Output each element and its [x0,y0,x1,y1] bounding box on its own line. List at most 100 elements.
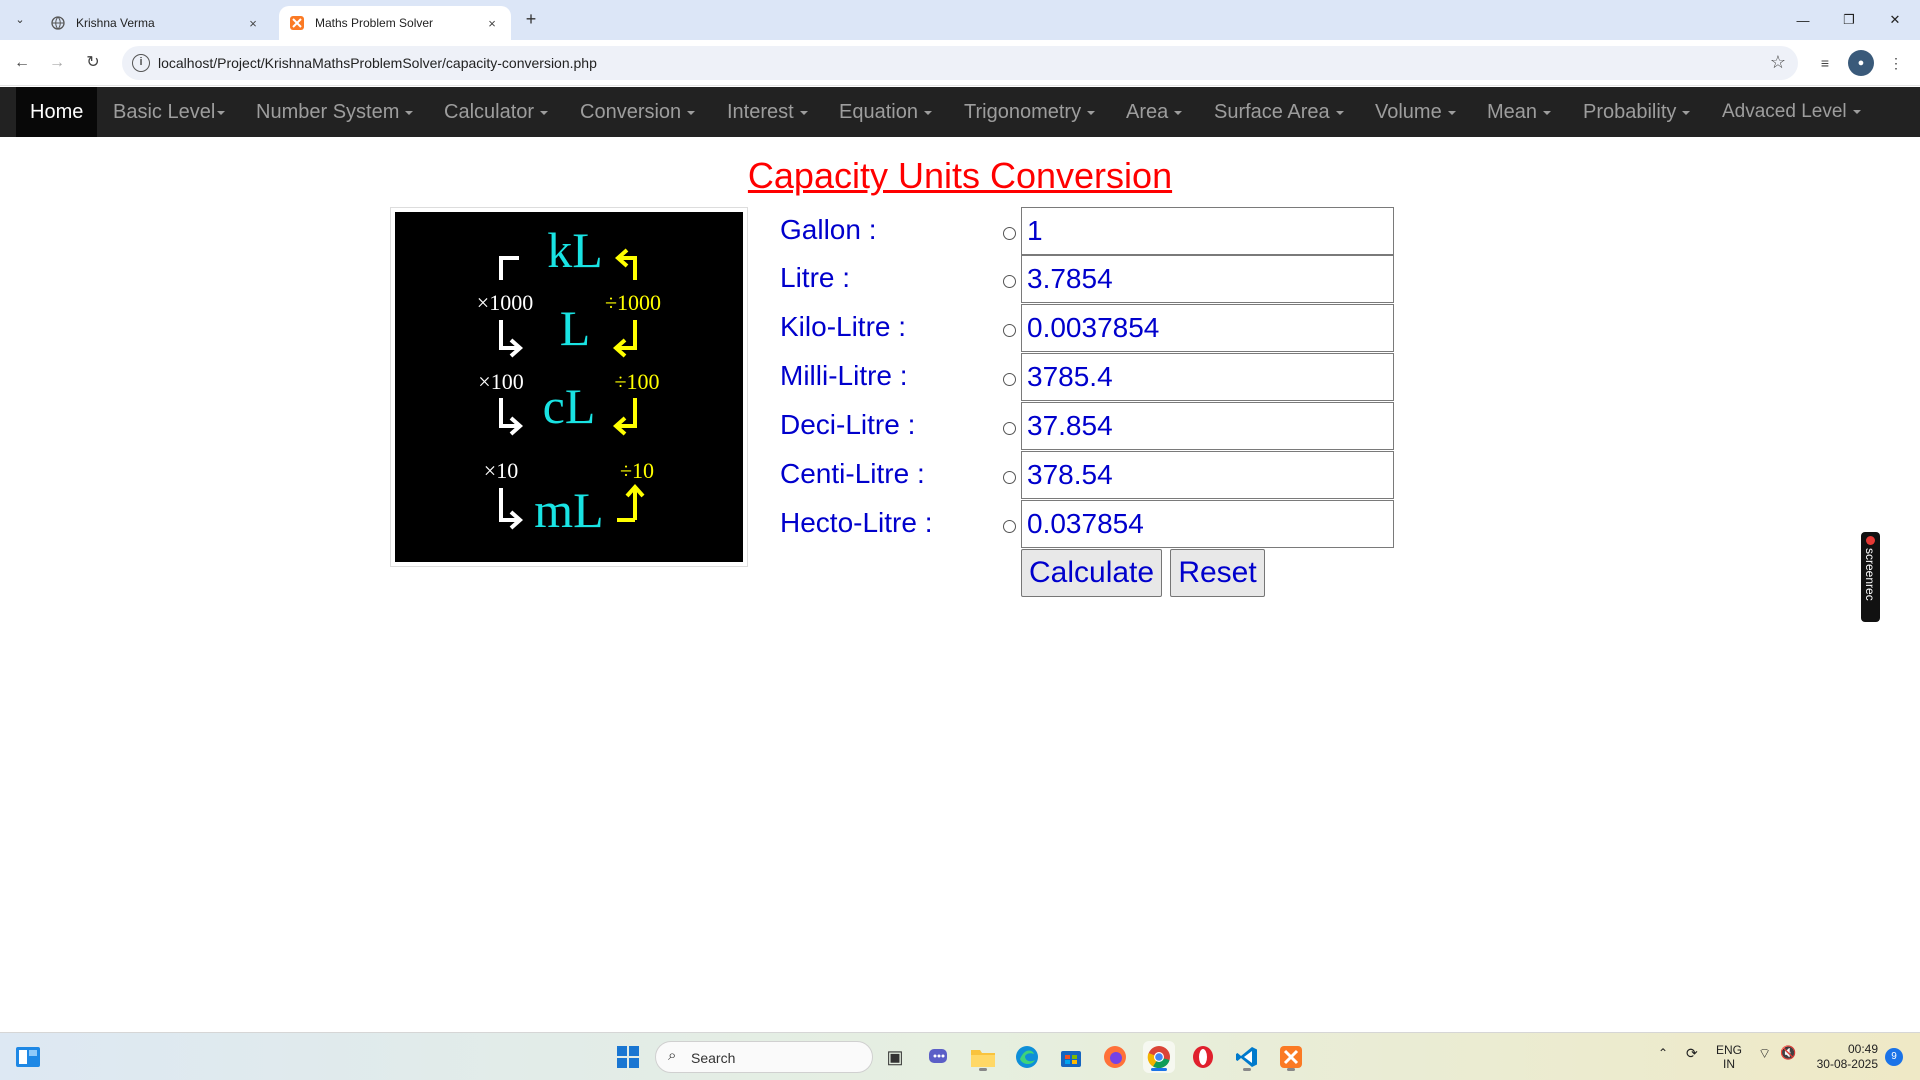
close-tab-icon[interactable]: × [244,16,262,31]
nav-basic-level[interactable]: Basic Level [113,87,226,137]
reading-list-icon[interactable]: ≡ [1812,50,1838,76]
nav-volume[interactable]: Volume [1375,87,1456,137]
label-milli-litre: Milli-Litre : [780,360,908,391]
unit-ml: mL [534,482,603,538]
minimize-icon[interactable]: — [1780,0,1826,40]
system-clock[interactable]: 00:49 30-08-2025 [1806,1042,1878,1072]
file-explorer-icon[interactable] [967,1041,999,1073]
caret-down-icon [799,110,808,115]
browser-tab-krishna-verma[interactable]: Krishna Verma × [40,6,272,40]
nav-area[interactable]: Area [1126,87,1183,137]
nav-home[interactable]: Home [16,87,98,137]
show-hidden-icons-chevron-icon[interactable]: ⌃ [1658,1046,1668,1060]
profile-avatar[interactable]: ● [1848,50,1874,76]
label-deci-litre: Deci-Litre : [780,409,916,440]
caret-down-icon [217,110,226,115]
microsoft-store-icon[interactable] [1055,1041,1087,1073]
edge-icon[interactable] [1011,1041,1043,1073]
capacity-diagram: kL L cL mL ×1000 ×100 ×10 ÷1000 ÷100 ÷10 [390,207,748,567]
multiplier-10: ×10 [484,458,518,483]
restore-icon[interactable]: ❐ [1826,0,1872,40]
nav-number-system[interactable]: Number System [256,87,414,137]
caret-down-icon [405,110,414,115]
address-url[interactable]: localhost/Project/KrishnaMathsProblemSol… [158,55,597,71]
input-gallon[interactable] [1021,207,1394,255]
caret-down-icon [540,110,549,115]
input-hecto-litre[interactable] [1021,500,1394,548]
tab-search-chevron-icon[interactable]: ⌄ [8,8,32,32]
input-milli-litre[interactable] [1021,353,1394,401]
sync-icon[interactable]: ⟳ [1686,1046,1698,1060]
bookmark-star-icon[interactable]: ☆ [1770,52,1786,73]
calculate-button[interactable]: Calculate [1021,549,1162,597]
widgets-icon[interactable] [12,1041,44,1073]
radio-kilo-litre[interactable] [1003,324,1016,337]
nav-surface-area[interactable]: Surface Area [1214,87,1344,137]
radio-milli-litre[interactable] [1003,373,1016,386]
back-arrow-icon[interactable]: ← [10,51,34,75]
forward-arrow-icon[interactable]: → [45,51,69,75]
windows-start-icon[interactable] [612,1041,644,1073]
radio-litre[interactable] [1003,275,1016,288]
xampp-taskbar-icon[interactable] [1275,1041,1307,1073]
reset-button[interactable]: Reset [1170,549,1265,597]
caret-down-icon [1447,110,1456,115]
caret-down-icon [1543,110,1552,115]
radio-centi-litre[interactable] [1003,471,1016,484]
search-placeholder: Search [691,1050,736,1066]
nav-interest[interactable]: Interest [727,87,808,137]
radio-gallon[interactable] [1003,227,1016,240]
label-gallon: Gallon : [780,214,877,245]
new-tab-button[interactable]: + [519,8,543,32]
nav-conversion[interactable]: Conversion [580,87,696,137]
nav-advanced-level[interactable]: Advaced Level [1722,87,1861,137]
input-kilo-litre[interactable] [1021,304,1394,352]
unit-l: L [560,300,591,356]
label-centi-litre: Centi-Litre : [780,458,925,489]
wifi-icon[interactable]: ⌔ [1758,1046,1771,1060]
screenrec-widget[interactable]: screenrec [1861,532,1880,622]
divisor-100: ÷100 [614,369,659,394]
caret-down-icon [1174,110,1183,115]
radio-hecto-litre[interactable] [1003,520,1016,533]
tab-title: Maths Problem Solver [315,16,434,30]
volume-muted-icon[interactable]: 🔇 [1780,1046,1796,1060]
vscode-icon[interactable] [1231,1041,1263,1073]
nav-mean[interactable]: Mean [1487,87,1552,137]
language-indicator[interactable]: ENG IN [1716,1043,1742,1071]
nav-equation[interactable]: Equation [839,87,932,137]
opera-icon[interactable] [1187,1041,1219,1073]
xampp-icon [289,15,305,31]
caret-down-icon [1087,110,1096,115]
close-tab-icon[interactable]: × [483,16,501,31]
radio-deci-litre[interactable] [1003,422,1016,435]
nav-probability[interactable]: Probability [1583,87,1691,137]
site-info-icon[interactable]: i [132,54,150,72]
nav-calculator[interactable]: Calculator [444,87,549,137]
chrome-icon[interactable] [1143,1041,1175,1073]
browser-tab-maths-problem-solver[interactable]: Maths Problem Solver × [279,6,511,40]
firefox-icon[interactable] [1099,1041,1131,1073]
taskbar-search-box[interactable]: ⌕ Search [655,1041,873,1073]
task-view-icon[interactable]: ▣ [879,1041,911,1073]
input-litre[interactable] [1021,255,1394,303]
unit-kl: kL [547,222,603,278]
screenrec-label: screenrec [1863,548,1877,601]
nav-trigonometry[interactable]: Trigonometry [964,87,1096,137]
record-dot-icon [1866,536,1875,545]
unit-cl: cL [543,378,596,434]
close-window-icon[interactable]: ✕ [1872,0,1918,40]
notification-badge[interactable]: 9 [1885,1048,1903,1066]
input-centi-litre[interactable] [1021,451,1394,499]
input-deci-litre[interactable] [1021,402,1394,450]
reload-icon[interactable]: ↻ [81,51,105,75]
teams-icon[interactable] [923,1041,955,1073]
browser-toolbar: ← → ↻ i localhost/Project/KrishnaMathsPr… [0,40,1920,86]
multiplier-1000: ×1000 [477,290,533,315]
caret-down-icon [1682,110,1691,115]
label-kilo-litre: Kilo-Litre : [780,311,907,342]
menu-kebab-icon[interactable]: ⋮ [1883,50,1909,76]
globe-icon [50,15,66,31]
label-litre: Litre : [780,262,851,293]
address-bar[interactable]: i localhost/Project/KrishnaMathsProblemS… [122,46,1798,80]
